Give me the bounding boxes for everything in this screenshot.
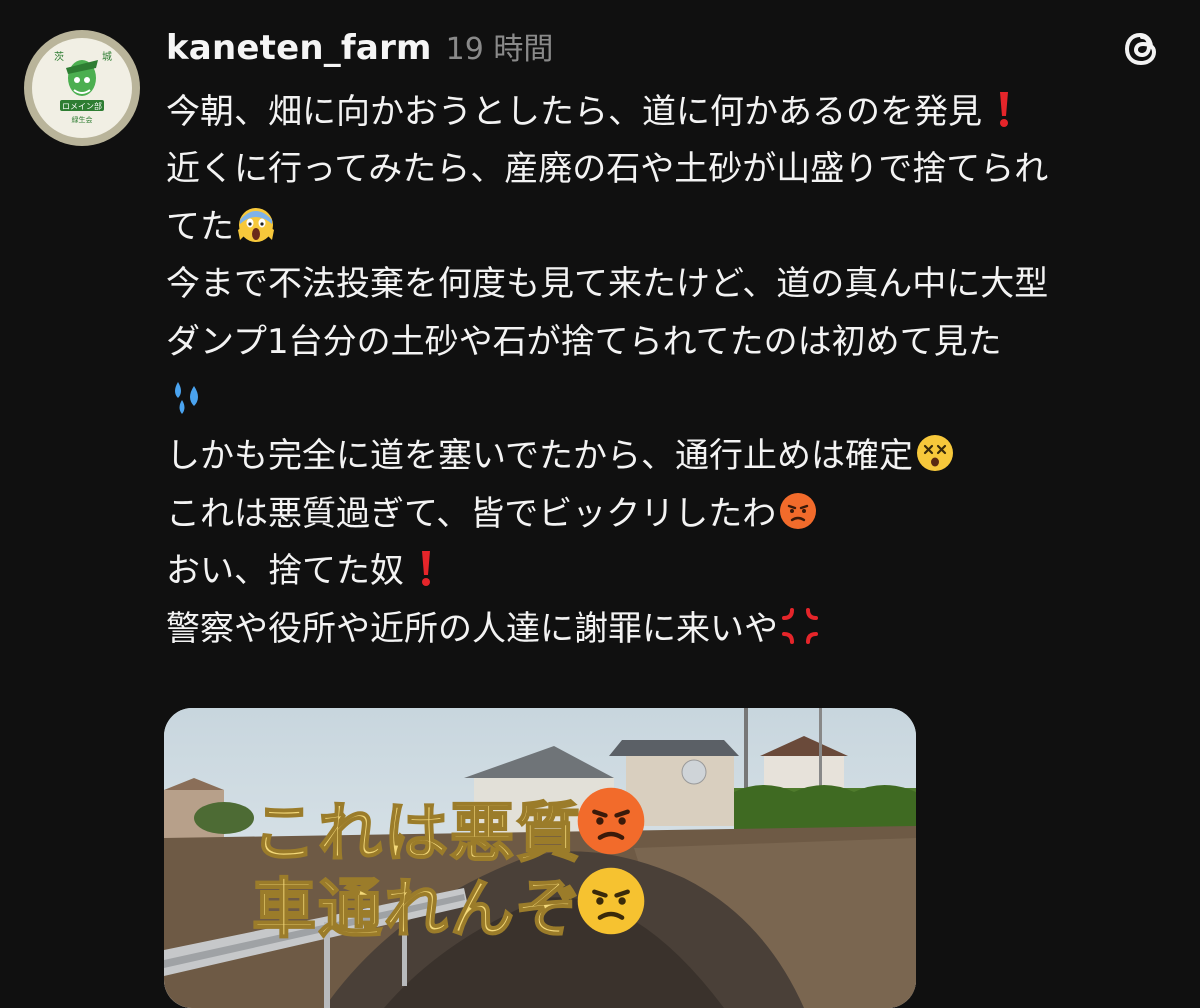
post-line-text: 今朝、畑に向かおうとしたら、道に何かあるのを発見 xyxy=(166,92,982,132)
screaming-face-icon xyxy=(236,204,276,244)
dizzy-face-icon xyxy=(915,433,955,473)
post-line: 今朝、畑に向かおうとしたら、道に何かあるのを発見 xyxy=(166,84,1176,141)
avatar-bottom-text: 緑生会 xyxy=(72,115,93,124)
post-video-thumbnail[interactable]: これは悪質 車通れんぞ xyxy=(164,708,916,1008)
anger-symbol-icon xyxy=(780,606,820,646)
exclamation-icon xyxy=(406,548,446,588)
avatar[interactable]: 茨 城 ロメイン部 緑生会 xyxy=(24,30,140,146)
post-line-text: ダンプ1台分の土砂や石が捨てられてたのは初めて見た xyxy=(166,321,1002,362)
post-line-text: しかも完全に道を塞いでたから、通行止めは確定 xyxy=(166,436,913,477)
post-line xyxy=(166,371,1176,428)
post-line: 近くに行ってみたら、産廃の石や土砂が山盛りで捨てられ xyxy=(166,141,1176,198)
post-line: てた xyxy=(166,199,1176,256)
avatar-text-left: 茨 xyxy=(54,50,64,63)
post-header: kaneten_farm 19 時間 xyxy=(166,24,553,68)
angry-face-icon xyxy=(574,864,648,938)
post-line-text: これは悪質過ぎて、皆でビックリしたわ xyxy=(166,493,777,534)
post-line: おい、捨てた奴 xyxy=(166,543,1176,600)
post-line: しかも完全に道を塞いでたから、通行止めは確定 xyxy=(166,428,1176,485)
post-line-text: てた xyxy=(166,206,234,247)
post-line: 警察や役所や近所の人達に謝罪に来いや xyxy=(166,601,1176,658)
exclamation-icon xyxy=(984,89,1024,129)
avatar-badge: 茨 城 ロメイン部 緑生会 xyxy=(32,38,132,138)
post-line-text: 警察や役所や近所の人達に謝罪に来いや xyxy=(166,608,778,649)
avatar-banner-text: ロメイン部 xyxy=(62,101,102,111)
username[interactable]: kaneten_farm xyxy=(166,28,432,68)
threads-logo-icon[interactable] xyxy=(1118,24,1166,72)
post-body: 今朝、畑に向かおうとしたら、道に何かあるのを発見近くに行ってみたら、産廃の石や土… xyxy=(166,84,1176,658)
angry-face-icon xyxy=(778,491,818,531)
post-line-text: 近くに行ってみたら、産廃の石や土砂が山盛りで捨てられ xyxy=(166,149,1049,190)
post-line-text: おい、捨てた奴 xyxy=(166,551,404,592)
post-line: ダンプ1台分の土砂や石が捨てられてたのは初めて見た xyxy=(166,314,1176,371)
pouting-face-icon xyxy=(574,784,648,858)
sweat-droplets-icon xyxy=(168,376,208,416)
post-timestamp: 19 時間 xyxy=(445,32,554,67)
post-line: これは悪質過ぎて、皆でビックリしたわ xyxy=(166,486,1176,543)
avatar-text-right: 城 xyxy=(102,51,112,63)
post-line: 今まで不法投棄を何度も見て来たけど、道の真ん中に大型 xyxy=(166,256,1176,313)
farm-logo-icon: 茨 城 ロメイン部 緑生会 xyxy=(54,50,112,124)
post-line-text: 今まで不法投棄を何度も見て来たけど、道の真ん中に大型 xyxy=(166,264,1049,305)
overlay-caption-line2: 車通れんぞ xyxy=(251,872,582,948)
